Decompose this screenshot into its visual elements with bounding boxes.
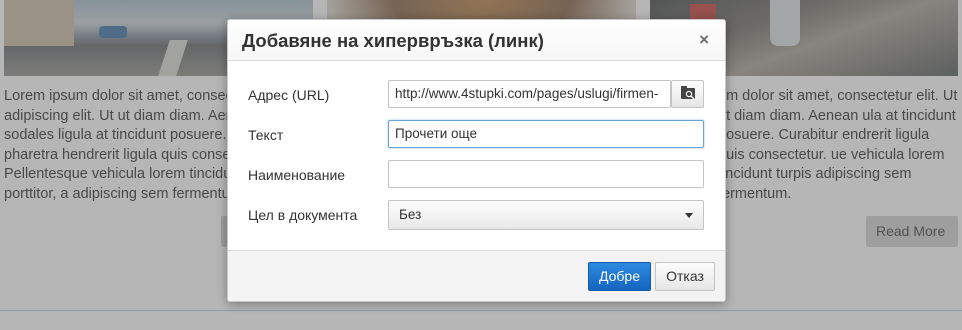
title-label: Наименование bbox=[248, 167, 346, 183]
title-input[interactable] bbox=[388, 160, 704, 188]
target-row: Цел в документа Без bbox=[228, 200, 725, 230]
browse-server-icon bbox=[681, 86, 695, 100]
url-input[interactable]: http://www.4stupki.com/pages/uslugi/firm… bbox=[388, 80, 671, 108]
link-dialog: Добавяне на хипервръзка (линк) × Адрес (… bbox=[227, 19, 726, 302]
browse-server-button[interactable] bbox=[671, 80, 704, 108]
dialog-title: Добавяне на хипервръзка (линк) bbox=[242, 30, 544, 51]
dialog-header: Добавяне на хипервръзка (линк) × bbox=[228, 20, 725, 61]
title-row: Наименование bbox=[228, 160, 725, 190]
chevron-down-icon bbox=[685, 213, 693, 218]
cancel-button[interactable]: Отказ bbox=[655, 262, 715, 291]
target-label: Цел в документа bbox=[248, 207, 358, 223]
close-icon[interactable]: × bbox=[699, 30, 709, 50]
text-label: Текст bbox=[248, 127, 284, 143]
text-row: Текст Прочети още bbox=[228, 120, 725, 150]
target-select-value: Без bbox=[399, 207, 422, 222]
url-row: Адрес (URL) http://www.4stupki.com/pages… bbox=[228, 80, 725, 110]
dialog-footer: Добре Отказ bbox=[228, 250, 725, 301]
ok-button[interactable]: Добре bbox=[588, 262, 651, 291]
link-text-input[interactable]: Прочети още bbox=[388, 120, 704, 148]
target-select[interactable]: Без bbox=[388, 200, 704, 230]
url-label: Адрес (URL) bbox=[248, 87, 330, 103]
